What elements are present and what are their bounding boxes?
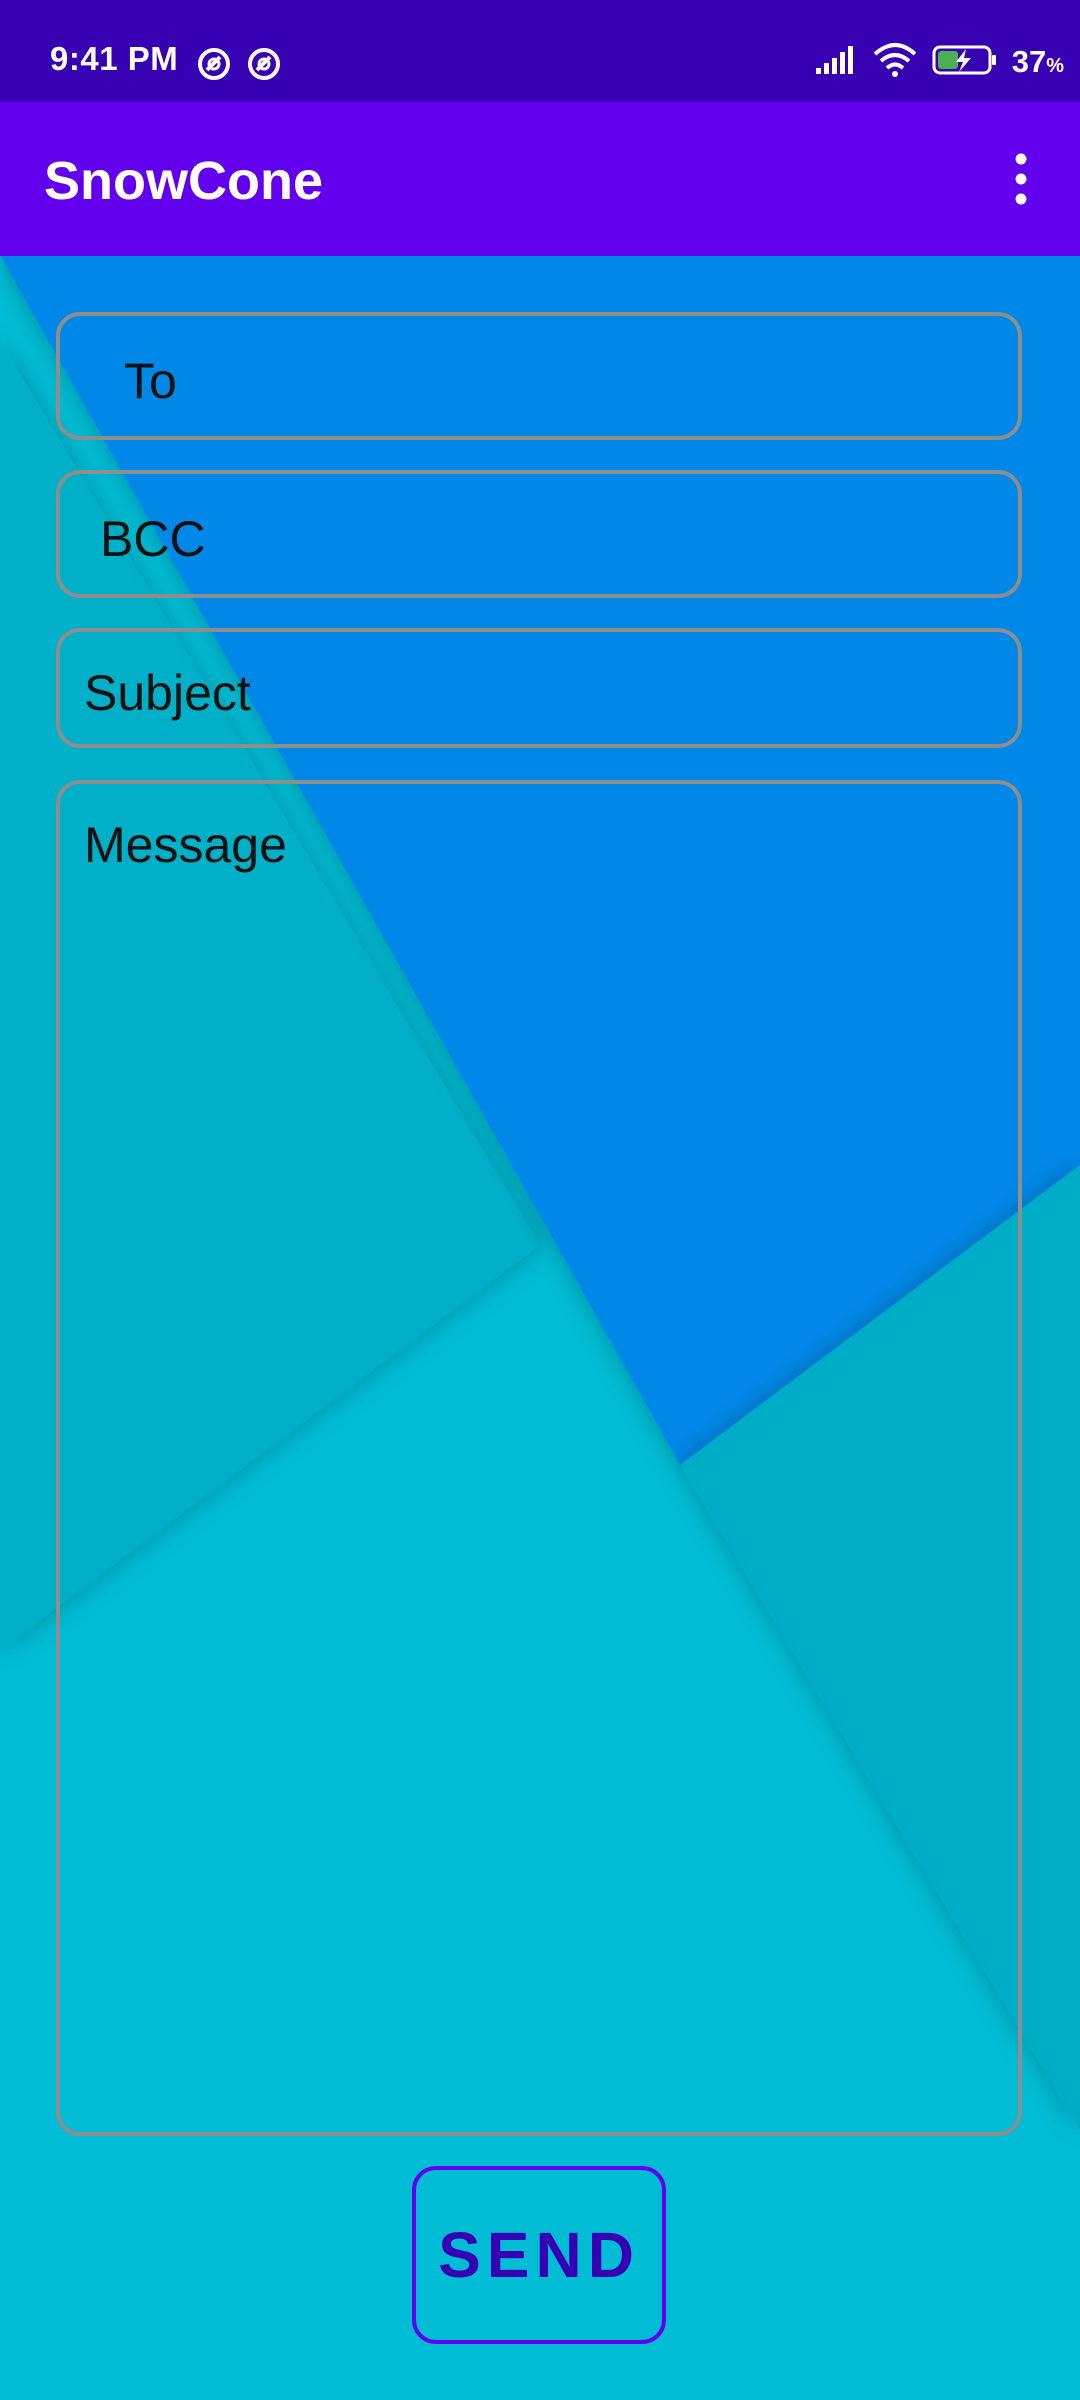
bcc-placeholder: BCC — [100, 511, 206, 567]
to-field[interactable]: To — [56, 312, 1022, 440]
overflow-menu-button[interactable] — [986, 144, 1056, 214]
status-notification-icons — [196, 46, 282, 86]
subject-placeholder: Subject — [84, 665, 251, 721]
bcc-field[interactable]: BCC — [56, 470, 1022, 598]
app-bar: SnowCone — [0, 102, 1080, 256]
overflow-menu-icon — [1015, 153, 1027, 205]
message-placeholder: Message — [84, 817, 287, 873]
subject-field[interactable]: Subject — [56, 628, 1022, 748]
to-placeholder: To — [124, 353, 177, 409]
app-title: SnowCone — [44, 151, 323, 211]
signal-icon — [814, 44, 858, 80]
battery-percentage: 37% — [1011, 44, 1064, 79]
notification-icon — [196, 46, 232, 86]
status-time: 9:41 PM — [50, 40, 179, 77]
notification-icon — [246, 46, 282, 86]
battery-charging-icon — [932, 44, 998, 80]
send-button-label: SEND — [438, 2219, 640, 2291]
message-field[interactable]: Message — [56, 780, 1022, 2136]
send-button[interactable]: SEND — [412, 2166, 666, 2344]
wifi-icon — [872, 42, 918, 82]
status-system-icons: 37% — [814, 42, 1064, 82]
status-bar: 9:41 PM 37% — [0, 0, 1080, 102]
